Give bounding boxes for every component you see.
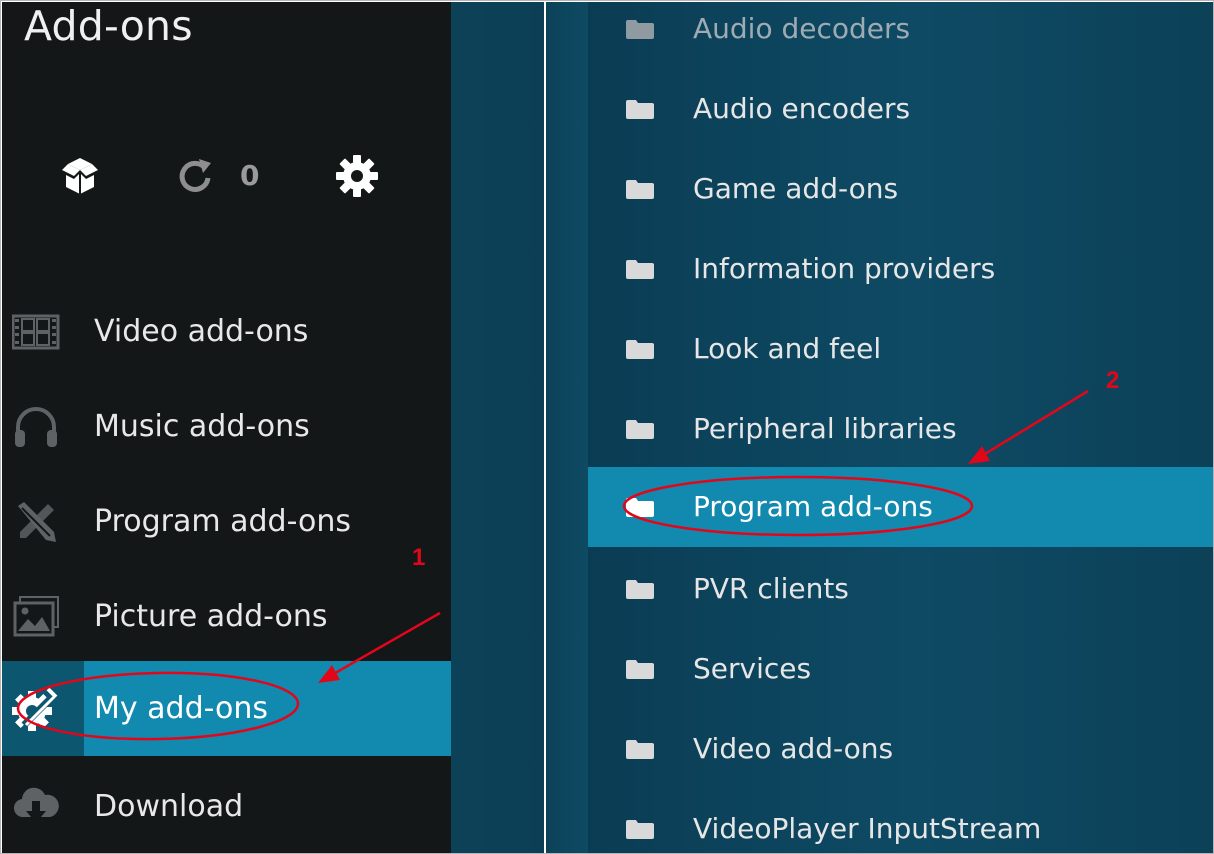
- folder-icon: [626, 419, 654, 439]
- addons-sidebar: Add-ons 0 Video add-ons Music add-ons Pr…: [2, 2, 451, 853]
- settings-tools-icon: [12, 685, 60, 733]
- folder-open-icon: [626, 497, 654, 517]
- list-item[interactable]: Services: [588, 629, 1213, 709]
- screen-divider: [544, 1, 546, 853]
- sidebar-item-label: Download: [94, 789, 244, 824]
- list-item[interactable]: Audio encoders: [588, 69, 1213, 149]
- update-count: 0: [240, 159, 260, 192]
- folder-icon: [626, 739, 654, 759]
- headphones-icon: [12, 403, 60, 451]
- sidebar-item-video-addons[interactable]: Video add-ons: [2, 284, 451, 379]
- list-item[interactable]: Peripheral libraries: [588, 389, 1213, 469]
- sidebar-item-label: My add-ons: [94, 691, 269, 726]
- sidebar-item-label: Video add-ons: [94, 314, 309, 349]
- folder-icon: [626, 339, 654, 359]
- folder-icon: [626, 659, 654, 679]
- page-title: Add-ons: [24, 2, 193, 50]
- picture-icon: [12, 593, 60, 641]
- sidebar-item-program-addons[interactable]: Program add-ons: [2, 474, 451, 569]
- gear-icon[interactable]: [335, 154, 379, 198]
- list-item-selected[interactable]: Program add-ons: [588, 467, 1213, 547]
- sidebar-item-label: Program add-ons: [94, 504, 351, 539]
- sidebar-item-picture-addons[interactable]: Picture add-ons: [2, 569, 451, 664]
- annotation-marker-2: 2: [1106, 367, 1120, 394]
- list-item[interactable]: PVR clients: [588, 549, 1213, 629]
- list-item[interactable]: VideoPlayer InputStream: [588, 789, 1213, 853]
- sidebar-item-label: Picture add-ons: [94, 599, 328, 634]
- folder-icon: [626, 579, 654, 599]
- pencil-tools-icon: [12, 498, 60, 546]
- folder-icon: [626, 99, 654, 119]
- list-item[interactable]: Game add-ons: [588, 149, 1213, 229]
- list-item[interactable]: Audio decoders: [588, 2, 1213, 69]
- annotation-marker-1: 1: [412, 544, 426, 571]
- list-item[interactable]: Look and feel: [588, 309, 1213, 389]
- film-strip-icon: [11, 308, 60, 356]
- folder-icon: [626, 259, 654, 279]
- addons-home-screen: Add-ons 0 Video add-ons Music add-ons Pr…: [2, 2, 544, 853]
- addon-category-list: Audio decoders Audio encoders Game add-o…: [546, 2, 1213, 853]
- sidebar-item-download[interactable]: Download: [2, 759, 451, 853]
- folder-icon: [626, 819, 654, 839]
- refresh-icon[interactable]: [175, 156, 215, 196]
- open-box-icon[interactable]: [59, 154, 101, 198]
- list-item[interactable]: Video add-ons: [588, 709, 1213, 789]
- sidebar-item-music-addons[interactable]: Music add-ons: [2, 379, 451, 474]
- folder-icon: [626, 19, 654, 39]
- kodi-window: Add-ons 0 Video add-ons Music add-ons Pr…: [0, 0, 1214, 854]
- list-item[interactable]: Information providers: [588, 229, 1213, 309]
- folder-icon: [626, 179, 654, 199]
- sidebar-item-my-addons[interactable]: My add-ons: [2, 661, 451, 756]
- sidebar-item-label: Music add-ons: [94, 409, 310, 444]
- cloud-download-icon: [12, 783, 60, 831]
